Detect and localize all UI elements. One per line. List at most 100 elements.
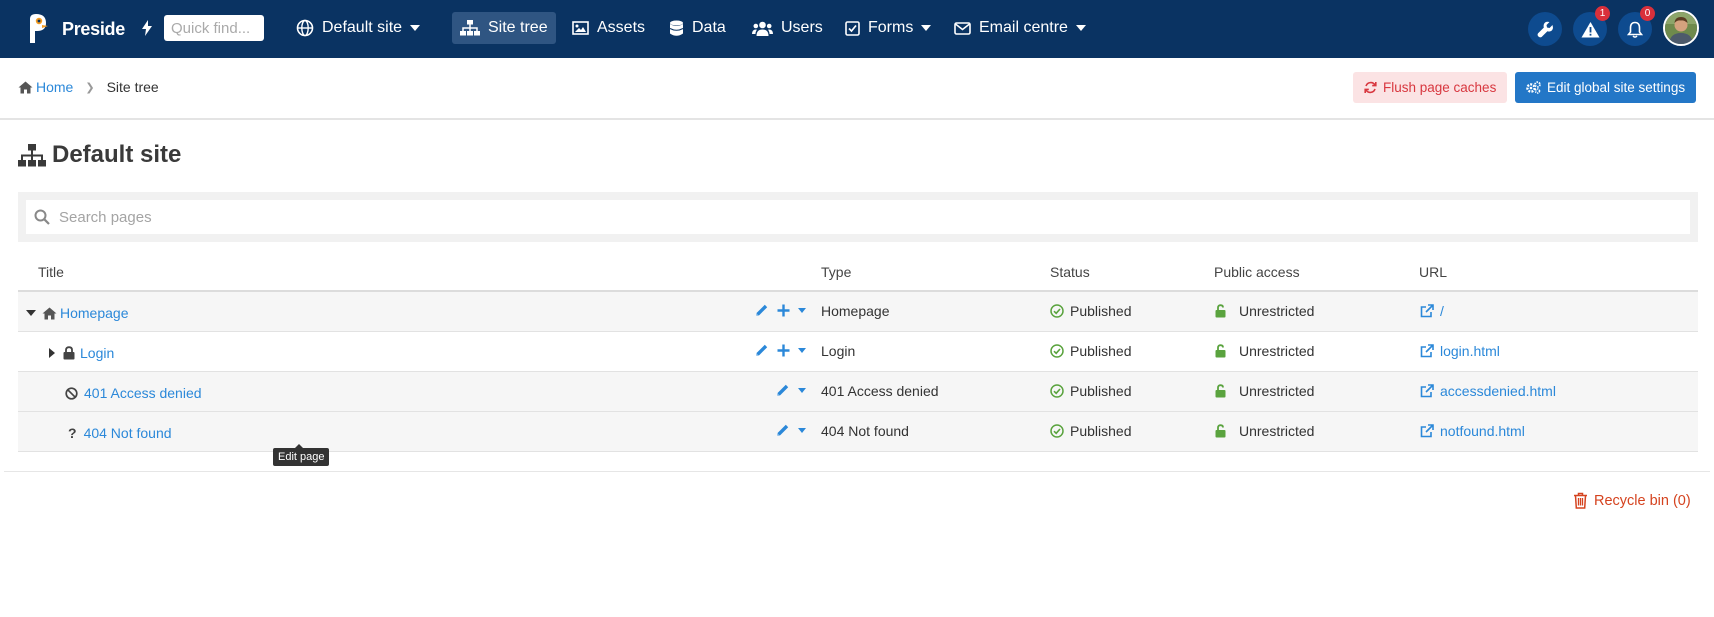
alerts-count-badge: 1: [1595, 6, 1610, 21]
sitemap-icon: [18, 143, 46, 166]
breadcrumb: Home ❯ Site tree: [18, 79, 159, 95]
table-row: Login Login Published Unrestricted login…: [18, 332, 1698, 372]
quick-find-input[interactable]: [164, 15, 264, 41]
column-header-title: Title: [38, 264, 64, 280]
edit-pencil-icon[interactable]: [755, 303, 769, 317]
check-circle-icon: [1050, 424, 1064, 438]
breadcrumb-bar: Home ❯ Site tree Flush page caches Edit …: [0, 58, 1714, 120]
title-cell: ? 404 Not found: [68, 425, 172, 441]
status-text: Published: [1070, 343, 1132, 359]
chevron-down-icon: [921, 25, 932, 31]
unlock-icon: [1215, 304, 1226, 318]
nav-site-tree[interactable]: Site tree: [452, 12, 556, 44]
nav-email-centre[interactable]: Email centre: [954, 12, 1086, 44]
trash-icon: [1574, 492, 1587, 509]
url-cell: notfound.html: [1420, 423, 1525, 439]
public-access-cell: Unrestricted: [1215, 303, 1314, 319]
flush-page-caches-label: Flush page caches: [1383, 80, 1497, 95]
type-cell: Homepage: [821, 303, 890, 319]
divider: [4, 471, 1710, 472]
user-avatar[interactable]: [1663, 10, 1699, 46]
more-actions-caret-icon[interactable]: [798, 347, 806, 353]
ban-icon: [65, 386, 78, 400]
cogs-icon: [1526, 81, 1541, 94]
recycle-bin-label: Recycle bin (0): [1594, 492, 1691, 509]
title-cell: Homepage: [25, 305, 129, 321]
page-url-link[interactable]: /: [1440, 303, 1444, 319]
edit-global-site-settings-button[interactable]: Edit global site settings: [1515, 72, 1697, 103]
external-link-icon: [1420, 384, 1434, 398]
add-child-plus-icon[interactable]: [777, 344, 790, 357]
edit-pencil-icon[interactable]: [755, 343, 769, 357]
column-header-url: URL: [1419, 264, 1448, 280]
url-cell: accessdenied.html: [1420, 383, 1556, 399]
alerts-button[interactable]: 1: [1573, 6, 1610, 46]
quick-find-bolt-icon: [141, 12, 161, 44]
page-url-link[interactable]: accessdenied.html: [1440, 383, 1556, 399]
brand-logo[interactable]: Preside: [26, 8, 125, 50]
nav-forms[interactable]: Forms: [845, 12, 932, 44]
more-actions-caret-icon[interactable]: [798, 307, 806, 313]
type-cell: Login: [821, 343, 856, 359]
public-access-cell: Unrestricted: [1215, 423, 1314, 439]
top-navbar: Preside Default site Site tree Assets: [0, 0, 1714, 58]
status-cell: Published: [1050, 303, 1132, 319]
image-icon: [572, 21, 589, 35]
notifications-button[interactable]: 0: [1618, 6, 1655, 46]
edit-page-tooltip: Edit page: [273, 444, 330, 466]
nav-forms-label: Forms: [868, 19, 914, 36]
status-cell: Published: [1050, 423, 1132, 439]
page-title-link[interactable]: 401 Access denied: [84, 385, 202, 401]
page-title-link[interactable]: Homepage: [60, 305, 129, 321]
database-icon: [669, 20, 684, 36]
page-url-link[interactable]: login.html: [1440, 343, 1500, 359]
site-tree-table-header: Title Type Status Public access URL: [18, 258, 1698, 292]
dev-tools-button[interactable]: [1528, 12, 1562, 46]
page-title-text: Default site: [52, 141, 182, 168]
home-icon: [18, 81, 33, 93]
page-url-link[interactable]: notfound.html: [1440, 423, 1525, 439]
nav-users[interactable]: Users: [752, 12, 823, 44]
question-icon: ?: [68, 425, 77, 441]
external-link-icon: [1420, 304, 1434, 318]
bell-icon: [1627, 21, 1643, 38]
unlock-icon: [1215, 424, 1226, 438]
more-actions-caret-icon[interactable]: [798, 387, 806, 393]
page-title-link[interactable]: Login: [80, 345, 114, 361]
nav-assets-label: Assets: [597, 19, 646, 36]
caret-right-icon[interactable]: [48, 347, 56, 359]
globe-icon: [296, 19, 314, 37]
chevron-right-icon: ❯: [85, 81, 95, 94]
warning-triangle-icon: [1581, 21, 1599, 37]
brand-name: Preside: [62, 18, 125, 39]
nav-users-label: Users: [781, 19, 823, 36]
unlock-icon: [1215, 384, 1226, 398]
page-title-link[interactable]: 404 Not found: [84, 425, 172, 441]
breadcrumb-home-link[interactable]: Home: [36, 79, 73, 95]
home-icon: [42, 307, 57, 319]
wrench-icon: [1537, 21, 1553, 37]
nav-data[interactable]: Data: [669, 12, 726, 44]
status-cell: Published: [1050, 343, 1132, 359]
edit-pencil-icon[interactable]: [776, 423, 790, 437]
status-text: Published: [1070, 423, 1132, 439]
flush-page-caches-button[interactable]: Flush page caches: [1353, 72, 1508, 103]
more-actions-caret-icon[interactable]: [798, 427, 806, 433]
add-child-plus-icon[interactable]: [777, 304, 790, 317]
caret-down-icon[interactable]: [25, 309, 37, 317]
column-header-public-access: Public access: [1214, 264, 1300, 280]
title-cell: 401 Access denied: [65, 385, 202, 401]
site-selector-dropdown[interactable]: Default site: [296, 12, 421, 44]
notifications-count-badge: 0: [1640, 6, 1655, 21]
search-box: [26, 200, 1690, 234]
recycle-bin-link[interactable]: Recycle bin (0): [1573, 492, 1691, 509]
search-pages-input[interactable]: [26, 200, 1690, 234]
row-actions: [776, 383, 806, 397]
status-cell: Published: [1050, 383, 1132, 399]
nav-assets[interactable]: Assets: [572, 12, 645, 44]
access-text: Unrestricted: [1239, 343, 1315, 359]
edit-pencil-icon[interactable]: [776, 383, 790, 397]
users-icon: [752, 21, 773, 36]
check-circle-icon: [1050, 384, 1064, 398]
column-header-type: Type: [821, 264, 852, 280]
